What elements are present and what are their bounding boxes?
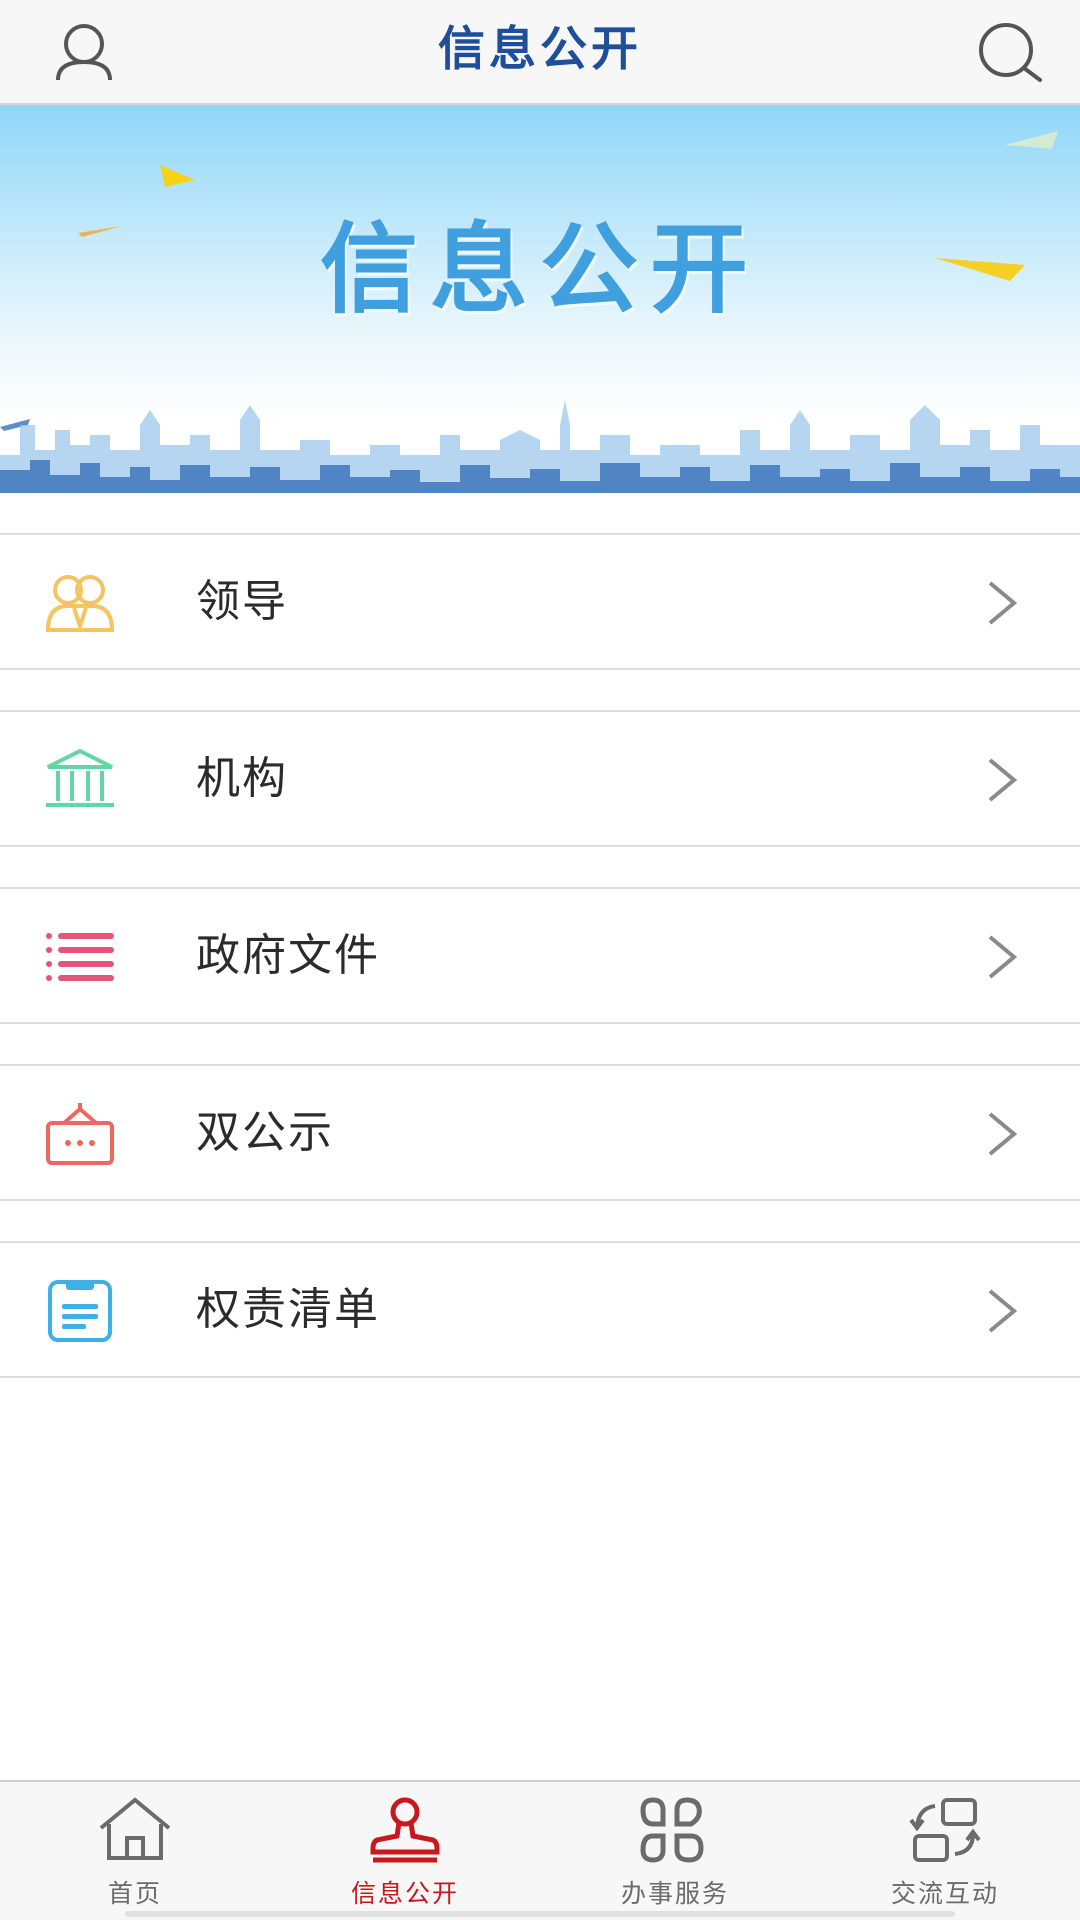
top-navigation-bar: 信息公开 (0, 0, 1080, 105)
tab-label: 交流互动 (890, 1879, 999, 1908)
tab-home[interactable]: 首页 (0, 1782, 270, 1920)
tab-interaction[interactable]: 交流互动 (810, 1782, 1080, 1920)
tab-label: 首页 (107, 1879, 162, 1908)
menu-list: 领导 机构 政府文件 双公示 权责清单 (0, 533, 1080, 1418)
tab-services[interactable]: 办事服务 (540, 1782, 810, 1920)
menu-item-label: 权责清单 (196, 1284, 380, 1335)
chevron-right-icon (988, 1289, 1018, 1333)
chevron-right-icon (988, 935, 1018, 979)
institution-icon (46, 748, 114, 807)
menu-item-power-responsibility-list[interactable]: 权责清单 (0, 1241, 1080, 1378)
leaders-icon (45, 575, 115, 633)
exchange-icon (909, 1798, 981, 1862)
search-button[interactable] (970, 18, 1050, 88)
menu-item-label: 机构 (196, 753, 288, 804)
banner-image: 信息公开 (0, 105, 1080, 493)
menu-item-label: 政府文件 (196, 930, 380, 981)
menu-item-leaders[interactable]: 领导 (0, 533, 1080, 670)
notice-board-icon (46, 1103, 114, 1165)
home-indicator (125, 1911, 955, 1917)
stamp-icon (370, 1797, 440, 1863)
apps-icon (640, 1797, 704, 1863)
menu-item-label: 双公示 (196, 1107, 334, 1158)
clipboard-icon (48, 1280, 112, 1342)
menu-item-label: 领导 (196, 576, 288, 627)
chevron-right-icon (988, 758, 1018, 802)
bottom-tab-bar: 首页 信息公开 办事服务 交流互动 (0, 1780, 1080, 1920)
banner-title: 信息公开 (319, 213, 760, 327)
home-icon (99, 1797, 171, 1860)
chevron-right-icon (988, 581, 1018, 625)
page-title: 信息公开 (438, 22, 642, 77)
menu-item-double-publicity[interactable]: 双公示 (0, 1064, 1080, 1201)
tab-label: 信息公开 (350, 1879, 459, 1908)
search-icon (979, 23, 1042, 82)
list-icon (46, 933, 114, 981)
chevron-right-icon (988, 1112, 1018, 1156)
menu-item-institutions[interactable]: 机构 (0, 710, 1080, 847)
menu-item-government-documents[interactable]: 政府文件 (0, 887, 1080, 1024)
tab-label: 办事服务 (620, 1879, 729, 1908)
tab-info-disclosure[interactable]: 信息公开 (270, 1782, 540, 1920)
